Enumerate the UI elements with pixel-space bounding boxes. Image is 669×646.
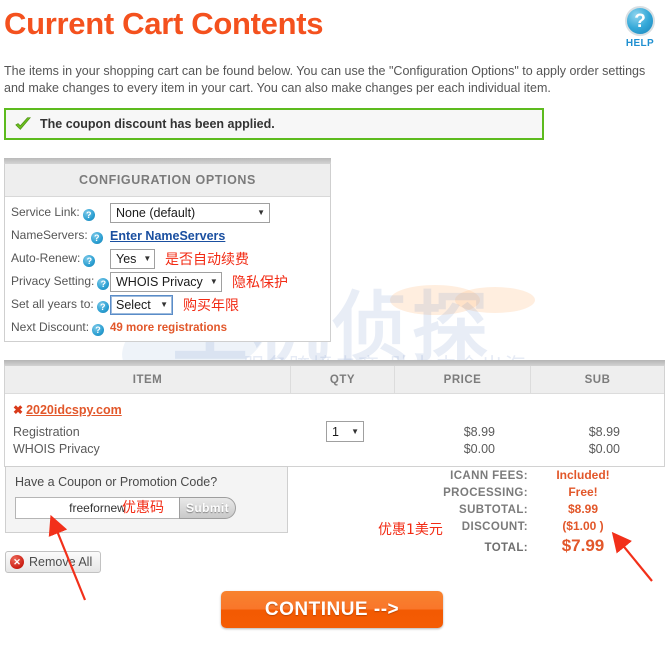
items-table: ITEM QTY PRICE SUB ✖ 2020idcspy.com Regi… xyxy=(4,366,665,467)
help-tooltip-icon[interactable]: ? xyxy=(96,300,109,313)
auto-renew-value: Yes xyxy=(116,251,137,266)
annotation-discount: 优惠1美元 xyxy=(378,522,443,538)
annotation-years: 购买年限 xyxy=(183,297,239,314)
column-header-sub: SUB xyxy=(530,366,664,393)
totals-value-processing: Free! xyxy=(568,485,598,499)
domain-name[interactable]: 2020idcspy.com xyxy=(26,403,122,417)
privacy-setting-value: WHOIS Privacy xyxy=(116,274,203,289)
service-link-value: None (default) xyxy=(116,205,196,220)
totals-row-processing: PROCESSING: Free! xyxy=(400,485,665,502)
config-label-nameservers: NameServers:? xyxy=(11,228,103,244)
chevron-down-icon: ▼ xyxy=(160,300,168,309)
chevron-down-icon: ▼ xyxy=(209,277,218,286)
totals-value-total: $7.99 xyxy=(561,536,605,555)
quantity-select[interactable]: 1 ▼ xyxy=(326,421,364,442)
config-row-next-discount: Next Discount:? 49 more registrations xyxy=(5,316,330,339)
chevron-down-icon: ▼ xyxy=(143,254,152,263)
banner-text: The coupon discount has been applied. xyxy=(40,117,275,131)
config-row-auto-renew: Auto-Renew:? Yes ▼ 是否自动续费 xyxy=(5,247,330,270)
help-tooltip-icon[interactable]: ? xyxy=(92,323,105,336)
totals-label-processing: PROCESSING: xyxy=(443,487,528,499)
totals-value-discount: ($1.00 ) xyxy=(562,519,604,533)
question-mark-icon[interactable]: ? xyxy=(625,6,655,36)
config-row-privacy-setting: Privacy Setting:? WHOIS Privacy ▼ 隐私保护 xyxy=(5,270,330,293)
config-panel-header: CONFIGURATION OPTIONS xyxy=(5,164,330,197)
annotation-coupon-code: 优惠码 xyxy=(122,500,164,516)
help-tooltip-icon[interactable]: ? xyxy=(83,254,96,267)
annotation-auto-renew: 是否自动续费 xyxy=(165,251,249,268)
price-registration: $8.99 xyxy=(463,425,495,439)
config-label-auto-renew: Auto-Renew:? xyxy=(11,251,101,267)
intro-paragraph: The items in your shopping cart can be f… xyxy=(4,64,646,95)
configuration-options-panel: CONFIGURATION OPTIONS Service Link:? Non… xyxy=(4,164,331,342)
config-row-service-link: Service Link:? None (default) ▼ xyxy=(5,201,330,224)
totals-row-subtotal: SUBTOTAL: $8.99 xyxy=(400,502,665,519)
chevron-down-icon: ▼ xyxy=(351,427,359,436)
totals-label-icann-fees: ICANN FEES: xyxy=(450,470,528,482)
set-all-years-value: Select xyxy=(116,297,151,312)
qty-select-wrapper: 1 ▼ xyxy=(326,421,364,442)
watermark-swoosh-eye-right xyxy=(455,287,535,313)
help-tooltip-icon[interactable]: ? xyxy=(82,208,95,221)
table-row: ✖ 2020idcspy.com Registration WHOIS Priv… xyxy=(5,394,664,466)
auto-renew-select[interactable]: Yes ▼ xyxy=(110,248,155,269)
price-whois-privacy: $0.00 xyxy=(463,442,495,456)
column-header-price: PRICE xyxy=(394,366,530,393)
config-label-privacy-setting: Privacy Setting:? xyxy=(11,274,110,290)
sub-whois-privacy: $0.00 xyxy=(588,442,620,456)
items-table-header: ITEM QTY PRICE SUB xyxy=(5,366,664,394)
totals-panel: ICANN FEES: Included! PROCESSING: Free! … xyxy=(378,468,665,555)
enter-nameservers-link[interactable]: Enter NameServers xyxy=(110,229,225,243)
totals-value-icann-fees: Included! xyxy=(556,468,610,482)
config-label-next-discount: Next Discount:? xyxy=(11,320,105,336)
quantity-value: 1 xyxy=(332,424,339,439)
config-row-set-all-years: Set all years to:? Select ▼ 购买年限 xyxy=(5,293,330,316)
totals-value-subtotal: $8.99 xyxy=(567,502,599,516)
help-tooltip-icon[interactable]: ? xyxy=(97,277,110,290)
watermark-swoosh-eye-left xyxy=(390,285,480,315)
privacy-setting-select[interactable]: WHOIS Privacy ▼ xyxy=(110,271,222,292)
chevron-down-icon: ▼ xyxy=(257,208,265,217)
help-tooltip-icon[interactable]: ? xyxy=(90,231,103,244)
sub-registration: $8.99 xyxy=(588,425,620,439)
coupon-title: Have a Coupon or Promotion Code? xyxy=(15,475,218,489)
coupon-submit-button[interactable]: Submit xyxy=(179,497,237,519)
config-row-nameservers: NameServers:? Enter NameServers xyxy=(5,224,330,247)
line-item-whois-privacy: WHOIS Privacy xyxy=(13,442,100,456)
help-label: HELP xyxy=(625,38,655,49)
annotation-privacy: 隐私保护 xyxy=(232,274,288,291)
column-header-item: ITEM xyxy=(132,373,163,386)
domain-name-row: ✖ 2020idcspy.com xyxy=(13,403,122,417)
line-item-registration: Registration xyxy=(13,425,80,439)
service-link-select[interactable]: None (default) ▼ xyxy=(110,202,270,223)
config-label-service-link: Service Link:? xyxy=(11,205,101,221)
remove-all-label: Remove All xyxy=(29,555,93,569)
remove-x-icon[interactable]: ✖ xyxy=(13,403,23,417)
totals-label-total: TOTAL: xyxy=(484,542,528,554)
remove-all-button[interactable]: ✕ Remove All xyxy=(5,551,102,573)
column-header-qty: QTY xyxy=(290,366,394,393)
totals-label-subtotal: SUBTOTAL: xyxy=(459,504,528,516)
set-all-years-select[interactable]: Select ▼ xyxy=(110,294,173,315)
remove-x-circle-icon: ✕ xyxy=(10,555,24,569)
green-check-icon xyxy=(15,117,31,130)
page-title: Current Cart Contents xyxy=(4,6,324,41)
config-label-set-all-years: Set all years to:? xyxy=(11,297,109,313)
help-block[interactable]: ? HELP xyxy=(617,6,663,49)
continue-button[interactable]: CONTINUE --> xyxy=(221,591,443,628)
coupon-applied-banner: The coupon discount has been applied. xyxy=(4,108,544,140)
next-discount-value: 49 more registrations xyxy=(110,321,227,334)
totals-row-icann-fees: ICANN FEES: Included! xyxy=(400,468,665,485)
